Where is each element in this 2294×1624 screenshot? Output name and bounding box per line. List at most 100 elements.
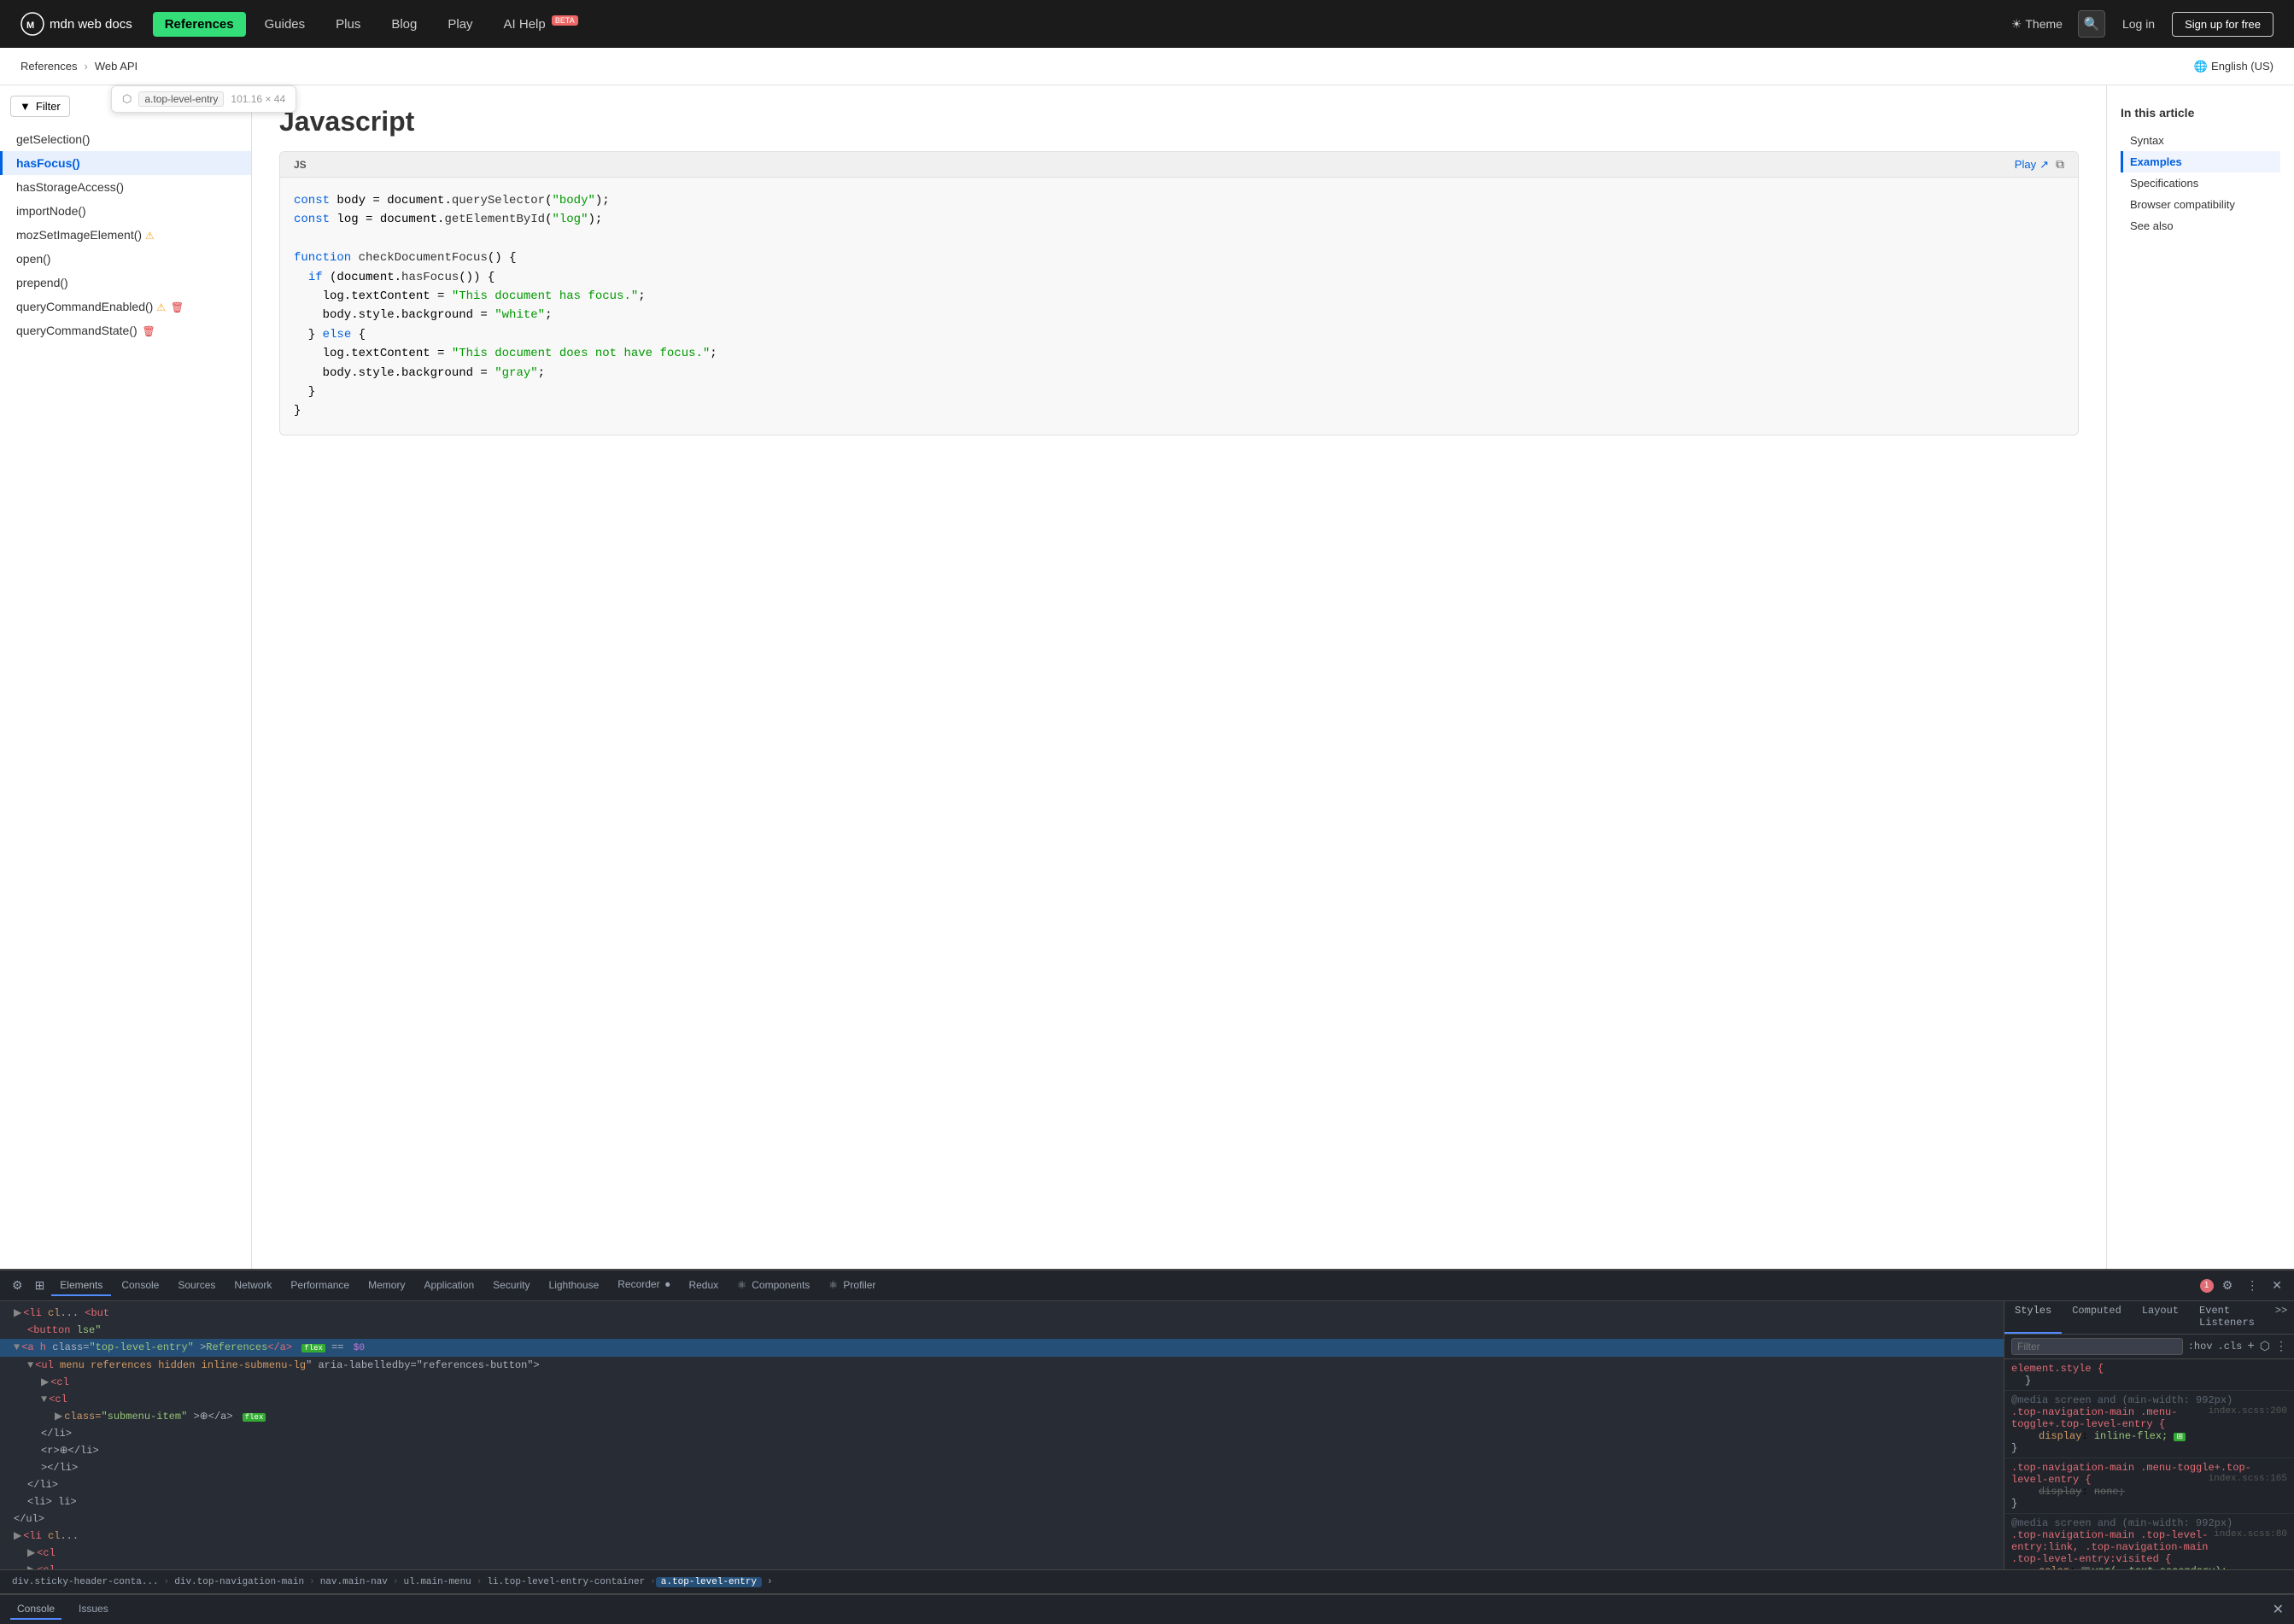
pseudo-hover[interactable]: :hov <box>2188 1341 2213 1352</box>
tab-console[interactable]: Console <box>113 1276 167 1296</box>
tab-network[interactable]: Network <box>225 1276 280 1296</box>
tab-sources[interactable]: Sources <box>169 1276 224 1296</box>
tab-redux[interactable]: Redux <box>680 1276 727 1296</box>
pseudo-cls[interactable]: .cls <box>2218 1341 2243 1352</box>
top-nav: M mdn web docs References Guides Plus Bl… <box>0 0 2294 48</box>
tab-elements[interactable]: Elements <box>51 1276 111 1296</box>
play-button[interactable]: Play ↗ <box>2015 158 2049 172</box>
more-styles-icon[interactable]: ⋮ <box>2275 1340 2287 1354</box>
css-rule-media-1: @media screen and (min-width: 992px) ind… <box>2004 1391 2294 1458</box>
toc-item-see-also[interactable]: See also <box>2121 215 2280 237</box>
tab-components[interactable]: ⚛ Components <box>729 1276 818 1296</box>
recorder-icon: ⏺ <box>665 1280 670 1290</box>
toc-item-browser-compat[interactable]: Browser compatibility <box>2121 194 2280 215</box>
elem-line-3[interactable]: ▼<a h class="top-level-entry" >Reference… <box>0 1339 2004 1357</box>
tab-performance[interactable]: Performance <box>282 1276 358 1296</box>
bc-item-4[interactable]: ul.main-menu <box>399 1577 477 1587</box>
tab-application[interactable]: Application <box>415 1276 483 1296</box>
delete-icon-2: 🗑 <box>143 325 155 337</box>
elem-line-1[interactable]: ▶<li cl... <but <box>0 1305 2004 1322</box>
tab-lighthouse[interactable]: Lighthouse <box>541 1276 608 1296</box>
elem-line-4[interactable]: ▼<ul menu references hidden inline-subme… <box>0 1357 2004 1374</box>
elem-line-5[interactable]: ▶<cl <box>0 1374 2004 1391</box>
toc-item-examples[interactable]: Examples <box>2121 151 2280 172</box>
logo[interactable]: M mdn web docs <box>20 12 132 36</box>
elem-line-6[interactable]: ▼<cl <box>0 1391 2004 1408</box>
bc-more-icon[interactable]: › <box>762 1577 778 1587</box>
elem-line-7[interactable]: ▶class="submenu-item" >⊕</a> flex <box>0 1408 2004 1425</box>
breadcrumb-references[interactable]: References <box>20 60 77 73</box>
bc-item-5[interactable]: li.top-level-entry-container <box>482 1577 650 1587</box>
styles-tab-layout[interactable]: Layout <box>2132 1301 2189 1334</box>
css-rule-media-2: @media screen and (min-width: 992px) ind… <box>2004 1514 2294 1569</box>
toc-item-syntax[interactable]: Syntax <box>2121 130 2280 151</box>
sidebar-item-importnode[interactable]: importNode() <box>0 199 251 223</box>
elem-line-13[interactable]: </ul> <box>0 1510 2004 1528</box>
filter-button[interactable]: ▼ Filter <box>10 96 70 117</box>
external-link-icon: ↗ <box>2039 158 2049 172</box>
console-close-icon[interactable]: ✕ <box>2273 1601 2284 1618</box>
sidebar-item-prepend[interactable]: prepend() <box>0 271 251 295</box>
styles-tab-computed[interactable]: Computed <box>2062 1301 2132 1334</box>
breadcrumb-webapi[interactable]: Web API <box>95 60 138 73</box>
elem-line-2[interactable]: <button lse" <box>0 1322 2004 1339</box>
delete-icon-1: 🗑 <box>171 301 184 313</box>
elem-line-9[interactable]: <r>⊕</li> <box>0 1442 2004 1459</box>
devtools-breadcrumb: div.sticky-header-conta... › div.top-nav… <box>0 1569 2294 1593</box>
signup-button[interactable]: Sign up for free <box>2172 12 2274 37</box>
elem-line-15[interactable]: ▶<cl <box>0 1545 2004 1562</box>
devtools-tab-inspector[interactable]: ⚙ <box>7 1275 28 1296</box>
console-tab[interactable]: Console <box>10 1599 61 1620</box>
nav-item-guides[interactable]: Guides <box>253 12 318 37</box>
tab-recorder[interactable]: Recorder ⏺ <box>609 1275 678 1296</box>
inspect-icon[interactable]: ⬡ <box>2260 1340 2270 1354</box>
breadcrumb-bar: References › Web API ⬡ a.top-level-entry… <box>0 48 2294 85</box>
styles-tab-more[interactable]: >> <box>2265 1301 2294 1334</box>
elem-line-10[interactable]: ></li> <box>0 1459 2004 1476</box>
elem-line-12[interactable]: <li> li> <box>0 1493 2004 1510</box>
login-button[interactable]: Log in <box>2112 12 2165 36</box>
bc-item-3[interactable]: nav.main-nav <box>315 1577 393 1587</box>
bc-item-1[interactable]: div.sticky-header-conta... <box>7 1577 164 1587</box>
sidebar-item-hasstorageaccess[interactable]: hasStorageAccess() <box>0 175 251 199</box>
devtools-panel: ⚙ ⊞ Elements Console Sources Network Per… <box>0 1269 2294 1593</box>
tab-profiler[interactable]: ⚛ Profiler <box>820 1276 884 1296</box>
settings-icon[interactable]: ⚙ <box>2217 1276 2238 1294</box>
tab-security[interactable]: Security <box>484 1276 538 1296</box>
styles-tab-event-listeners[interactable]: Event Listeners <box>2189 1301 2265 1334</box>
bc-item-2[interactable]: div.top-navigation-main <box>169 1577 309 1587</box>
elem-line-8[interactable]: </li> <box>0 1425 2004 1442</box>
search-button[interactable]: 🔍 <box>2078 10 2105 38</box>
add-rule-icon[interactable]: + <box>2247 1340 2254 1353</box>
sidebar-item-querycommandenabled[interactable]: queryCommandEnabled() ⚠ 🗑 <box>0 295 251 318</box>
sidebar-item-querycommandstate[interactable]: queryCommandState() 🗑 <box>0 318 251 342</box>
elem-line-11[interactable]: </li> <box>0 1476 2004 1493</box>
nav-item-play[interactable]: Play <box>436 12 484 37</box>
breadcrumb-sep-1: › <box>84 60 87 73</box>
styles-tab-styles[interactable]: Styles <box>2004 1301 2062 1334</box>
sidebar-item-mozsetimageelement[interactable]: mozSetImageElement() ⚠ <box>0 223 251 247</box>
bc-item-6[interactable]: a.top-level-entry <box>656 1577 762 1587</box>
styles-filter-input[interactable] <box>2011 1338 2183 1355</box>
nav-item-aihelp[interactable]: AI Help BETA <box>492 11 590 37</box>
elem-line-16[interactable]: ▶<cl <box>0 1562 2004 1570</box>
left-sidebar: ▼ Filter getSelection() hasFocus() hasSt… <box>0 85 252 1269</box>
elem-line-14[interactable]: ▶<li cl... <box>0 1528 2004 1545</box>
nav-item-blog[interactable]: Blog <box>379 12 429 37</box>
elements-panel: ▶<li cl... <but <button lse" ▼<a h class… <box>0 1301 2004 1569</box>
copy-code-button[interactable]: ⧉ <box>2056 157 2064 172</box>
nav-item-references[interactable]: References <box>153 12 246 37</box>
undock-icon[interactable]: ✕ <box>2267 1276 2287 1294</box>
sidebar-item-getselection[interactable]: getSelection() <box>0 127 251 151</box>
nav-item-plus[interactable]: Plus <box>324 12 372 37</box>
tooltip-tag: a.top-level-entry <box>138 91 224 107</box>
tab-memory[interactable]: Memory <box>360 1276 413 1296</box>
sidebar-item-open[interactable]: open() <box>0 247 251 271</box>
language-selector[interactable]: 🌐 English (US) <box>2194 60 2274 73</box>
issues-tab[interactable]: Issues <box>72 1599 115 1620</box>
more-icon[interactable]: ⋮ <box>2241 1276 2263 1294</box>
devtools-tab-responsive[interactable]: ⊞ <box>30 1275 50 1296</box>
toc-item-specifications[interactable]: Specifications <box>2121 172 2280 194</box>
sidebar-item-hasfocus[interactable]: hasFocus() <box>0 151 251 175</box>
theme-toggle[interactable]: ☀ Theme <box>2003 14 2071 35</box>
